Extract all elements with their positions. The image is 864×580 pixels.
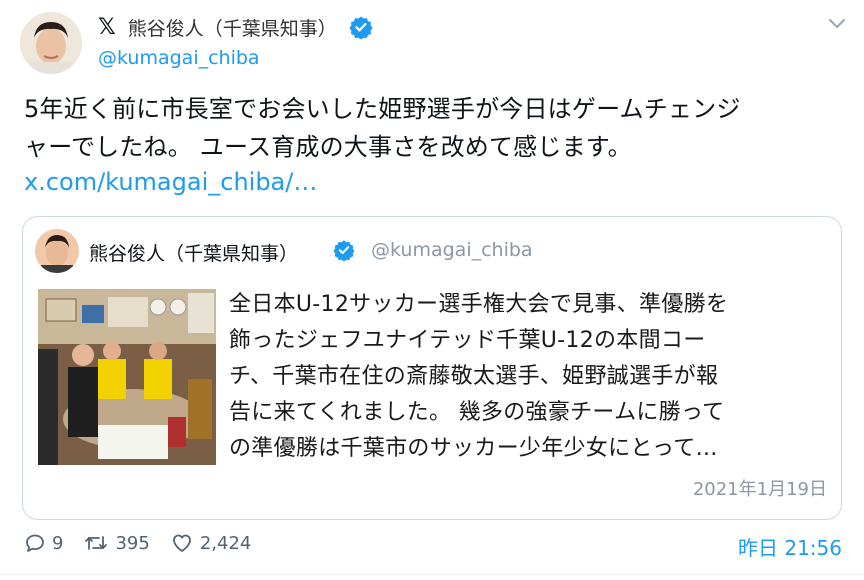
verified-badge-icon: [349, 16, 373, 39]
quoted-author-handle[interactable]: @kumagai_chiba: [371, 239, 533, 261]
author-avatar[interactable]: [20, 12, 82, 74]
heart-icon: [172, 534, 191, 552]
tweet-text: 5年近く前に市長室でお会いした姫野選手が今日はゲームチェンジ ャーでしたね。 ユ…: [24, 90, 844, 166]
quoted-tweet-date: 2021年1月19日: [692, 479, 827, 500]
author-name-row: 𝕏 熊谷俊人（千葉県知事）: [98, 12, 373, 42]
retweet-icon: [85, 536, 108, 550]
tweet-actions: 9 395 2,424: [24, 532, 271, 554]
quoted-tweet-text: 全日本U-12サッカー選手権大会で見事、準優勝を 飾ったジェフユナイテッド千葉U…: [229, 287, 825, 467]
tweet-text-line: 5年近く前に市長室でお会いした姫野選手が今日はゲームチェンジ: [24, 95, 741, 123]
chevron-down-icon[interactable]: [826, 12, 848, 34]
quoted-text-line: チ、千葉市在住の斎藤敬太選手、姫野誠選手が報: [229, 364, 719, 389]
quoted-tweet-photo[interactable]: [38, 289, 216, 465]
quoted-text-line: 飾ったジェフユナイテッド千葉U-12の本間コー: [229, 328, 706, 353]
tweet-text-line: ャーでしたね。 ユース育成の大事さを改めて感じます。: [24, 133, 632, 161]
divider: [0, 574, 864, 575]
quoted-tweet-card[interactable]: 熊谷俊人（千葉県知事） @kumagai_chiba 全日本U-12サッカー選手…: [22, 216, 842, 520]
retweet-count: 395: [115, 532, 150, 554]
like-button[interactable]: 2,424: [170, 532, 252, 554]
author-display-name[interactable]: 熊谷俊人（千葉県知事）: [128, 14, 337, 41]
author-handle[interactable]: @kumagai_chiba: [98, 47, 260, 69]
tweet-timestamp[interactable]: 昨日 21:56: [738, 532, 842, 561]
quoted-author-name[interactable]: 熊谷俊人（千葉県知事）: [89, 239, 298, 266]
verified-badge-icon: [333, 240, 355, 261]
quoted-text-line: の準優勝は千葉市のサッカー少年少女にとって…: [229, 436, 718, 461]
reply-button[interactable]: 9: [24, 532, 63, 554]
reply-icon: [26, 534, 44, 552]
quoted-text-line: 告に来てくれました。 幾多の強豪チームに勝って: [229, 400, 725, 425]
reply-count: 9: [52, 532, 64, 554]
tweet-link[interactable]: x.com/kumagai_chiba/…: [24, 168, 317, 196]
x-logo-icon: 𝕏: [98, 14, 116, 40]
quoted-author-avatar[interactable]: [35, 229, 79, 273]
quoted-text-line: 全日本U-12サッカー選手権大会で見事、準優勝を: [229, 292, 729, 317]
like-count: 2,424: [199, 532, 252, 554]
retweet-button[interactable]: 395: [83, 532, 150, 554]
